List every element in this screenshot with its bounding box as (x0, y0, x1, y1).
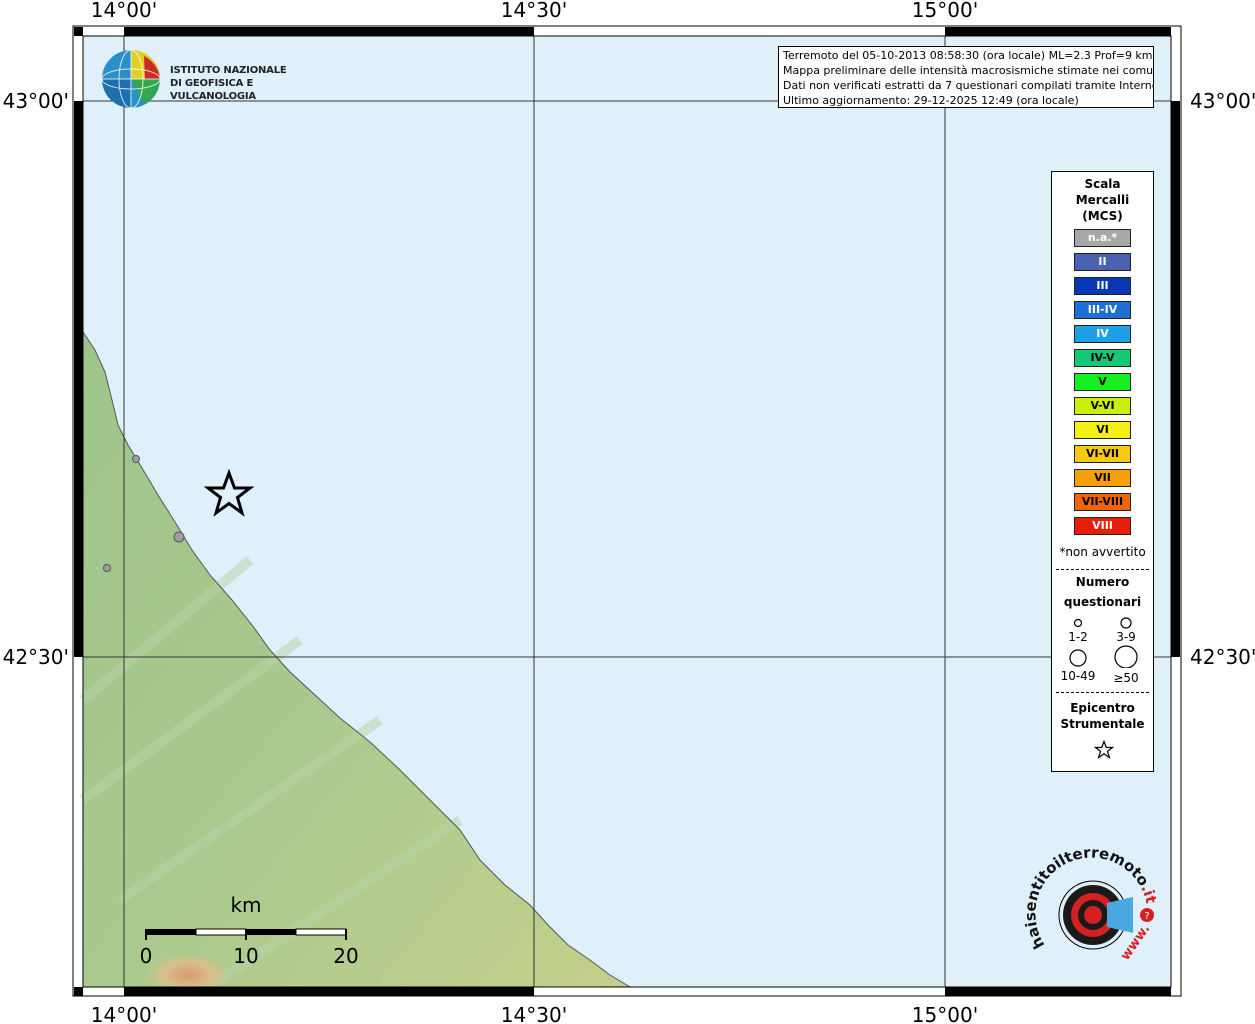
intensity-swatch: IV (1074, 325, 1131, 343)
intensity-swatch: III (1074, 277, 1131, 295)
scale-tick-0: 0 (140, 944, 153, 968)
intensity-swatch: V-VI (1074, 397, 1131, 415)
intensity-swatch: II (1074, 253, 1131, 271)
intensity-swatch: IV-V (1074, 349, 1131, 367)
count-label: 3-9 (1116, 630, 1136, 644)
intensity-swatch: VII (1074, 469, 1131, 487)
epicenter-title-line: Epicentro (1070, 701, 1135, 715)
last-update: Ultimo aggiornamento: 29-12-2025 12:49 (… (783, 94, 1079, 107)
scale-unit: km (230, 893, 261, 917)
svg-text:?: ? (1144, 911, 1149, 922)
count-title: Numero questionari (1052, 572, 1153, 612)
intensity-swatch: n.a.* (1074, 229, 1131, 247)
locality-marker[interactable] (103, 564, 111, 572)
lat-label-left: 43°00' (3, 89, 69, 113)
epicenter-title: Epicentro Strumentale (1052, 700, 1153, 732)
event-title: Terremoto del 05-10-2013 08:58:30 (ora l… (783, 49, 1153, 62)
legend-title-line: (MCS) (1082, 209, 1123, 223)
count-label: 10-49 (1060, 669, 1096, 683)
legend-separator (1056, 569, 1149, 570)
globe-icon (101, 49, 161, 109)
intensity-swatch: V (1074, 373, 1131, 391)
lat-label-right: 42°30' (1190, 645, 1255, 669)
lat-label-left: 42°30' (3, 645, 69, 669)
locality-marker[interactable] (132, 455, 140, 463)
epicenter-title-line: Strumentale (1060, 717, 1145, 731)
intensity-swatch: VIII (1074, 517, 1131, 535)
lon-label-top: 15°00' (912, 0, 978, 22)
map-description: Mappa preliminare delle intensità macros… (783, 64, 1154, 77)
lon-label-top: 14°00' (91, 0, 157, 22)
legend-title: Scala Mercalli (MCS) (1052, 176, 1153, 224)
count-label: 1-2 (1068, 630, 1088, 644)
count-circle-small (1073, 618, 1083, 628)
scale-tick-20: 20 (333, 944, 358, 968)
locality-marker[interactable] (173, 531, 185, 543)
data-disclaimer: Dati non verificati estratti da 7 questi… (783, 79, 1154, 92)
count-circle-large (1069, 649, 1087, 667)
legend-note: *non avvertito (1059, 545, 1146, 559)
intensity-swatch: VI-VII (1074, 445, 1131, 463)
logo-line2: DI GEOFISICA E VULCANOLOGIA (170, 78, 256, 102)
lon-label-bottom: 14°30' (501, 1003, 567, 1024)
legend-panel: Scala Mercalli (MCS) n.a.* II III III-IV IV I… (1051, 171, 1154, 772)
event-info-box: Terremoto del 05-10-2013 08:58:30 (ora l… (778, 46, 1154, 108)
epicenter-star-legend-icon (1094, 740, 1114, 759)
intensity-swatch: VI (1074, 421, 1131, 439)
lon-label-top: 14°30' (501, 0, 567, 22)
lon-label-bottom: 14°00' (91, 1003, 157, 1024)
count-circle-medium (1120, 617, 1132, 629)
count-label: ≥50 (1113, 671, 1139, 685)
lon-label-bottom: 15°00' (912, 1003, 978, 1024)
logo-line1: ISTITUTO NAZIONALE (170, 65, 287, 76)
ingv-logo: ISTITUTO NAZIONALE DI GEOFISICA E VULCAN… (100, 48, 320, 110)
count-title-line: questionari (1063, 595, 1142, 609)
count-circle-xlarge (1114, 645, 1138, 668)
lat-label-right: 43°00' (1190, 89, 1255, 113)
legend-separator (1056, 692, 1149, 693)
legend-title-line: Scala (1084, 177, 1121, 191)
intensity-swatch: VII-VIII (1074, 493, 1131, 511)
count-title-line: Numero (1075, 575, 1130, 589)
scale-tick-10: 10 (233, 944, 258, 968)
legend-title-line: Mercalli (1075, 193, 1130, 207)
intensity-swatch: III-IV (1074, 301, 1131, 319)
